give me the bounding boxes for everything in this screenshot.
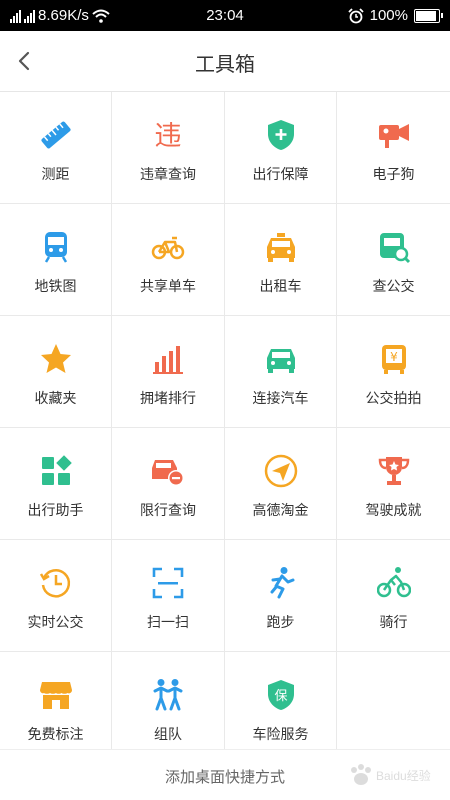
tool-item-apps[interactable]: 出行助手 — [0, 428, 112, 540]
tool-item-insurance[interactable]: 保车险服务 — [225, 652, 337, 764]
battery-percent: 100% — [369, 7, 408, 24]
tool-item-runner[interactable]: 跑步 — [225, 540, 337, 652]
car-icon — [264, 342, 298, 376]
tool-item-bus-yen[interactable]: ¥ 公交拍拍 — [337, 316, 450, 428]
status-bar: 8.69K/s 23:04 100% — [0, 0, 450, 31]
tool-item-cyclist[interactable]: 骑行 — [337, 540, 450, 652]
tool-item-paper-plane[interactable]: 高德淘金 — [225, 428, 337, 540]
paper-plane-icon — [264, 454, 298, 488]
svg-text:Baidu经验: Baidu经验 — [376, 768, 431, 783]
tool-label: 拥堵排行 — [140, 390, 196, 406]
tool-label: 电子狗 — [372, 166, 415, 182]
tool-label: 跑步 — [266, 614, 295, 630]
tool-label: 车险服务 — [252, 726, 309, 742]
apps-icon — [39, 454, 73, 488]
shop-icon — [39, 678, 73, 712]
ruler-icon — [39, 118, 73, 152]
tool-label: 免费标注 — [27, 726, 84, 742]
subway-icon — [39, 230, 73, 264]
trophy-icon — [377, 454, 411, 488]
tool-label: 公交拍拍 — [365, 390, 422, 406]
baidu-watermark-logo: Baidu经验 — [351, 764, 431, 785]
tool-label: 共享单车 — [140, 278, 196, 294]
insurance-icon: 保 — [264, 678, 298, 712]
alarm-icon — [347, 7, 364, 23]
clock-icon — [39, 566, 73, 600]
team-icon — [151, 678, 185, 712]
tool-label: 查公交 — [372, 278, 415, 294]
tool-item-empty — [337, 652, 450, 764]
runner-icon — [264, 566, 298, 600]
status-right: 100% — [347, 0, 443, 31]
tool-label: 驾驶成就 — [365, 502, 422, 518]
tool-label: 限行查询 — [140, 502, 196, 518]
tool-item-car-restrict[interactable]: 限行查询 — [112, 428, 225, 540]
bicycle-icon — [151, 230, 185, 264]
page-title: 工具箱 — [195, 54, 255, 76]
app-header: 工具箱 — [0, 31, 450, 92]
tool-grid: 测距 违违章查询 出行保障 电子狗 地铁图 共享单车 出租车 查公交收藏夹 拥堵排… — [0, 92, 450, 764]
tool-label: 实时公交 — [27, 614, 84, 630]
tool-item-team[interactable]: 组队 — [112, 652, 225, 764]
bus-yen-icon: ¥ — [377, 342, 411, 376]
tool-item-star[interactable]: 收藏夹 — [0, 316, 112, 428]
svg-text:违: 违 — [155, 121, 182, 152]
shield-plus-icon — [264, 118, 298, 152]
scan-icon — [151, 566, 185, 600]
tool-item-subway[interactable]: 地铁图 — [0, 204, 112, 316]
tool-label: 高德淘金 — [252, 502, 309, 518]
tool-label: 出租车 — [259, 278, 302, 294]
tool-item-shield-plus[interactable]: 出行保障 — [225, 92, 337, 204]
tool-item-car[interactable]: 连接汽车 — [225, 316, 337, 428]
tool-item-bicycle[interactable]: 共享单车 — [112, 204, 225, 316]
svg-text:保: 保 — [274, 689, 287, 704]
battery-icon — [414, 8, 443, 23]
tool-item-violation[interactable]: 违违章查询 — [112, 92, 225, 204]
tool-label: 扫一扫 — [147, 614, 189, 630]
tool-item-scan[interactable]: 扫一扫 — [112, 540, 225, 652]
tool-label: 测距 — [41, 166, 70, 182]
tool-item-shop[interactable]: 免费标注 — [0, 652, 112, 764]
tool-label: 出行保障 — [252, 166, 309, 182]
bar-chart-icon — [151, 342, 185, 376]
tool-label: 地铁图 — [34, 278, 77, 294]
svg-text:¥: ¥ — [390, 350, 398, 364]
tool-label: 组队 — [154, 726, 182, 742]
tool-item-bar-chart[interactable]: 拥堵排行 — [112, 316, 225, 428]
bus-search-icon — [377, 230, 411, 264]
tool-item-camera[interactable]: 电子狗 — [337, 92, 450, 204]
tool-item-ruler[interactable]: 测距 — [0, 92, 112, 204]
car-restrict-icon — [151, 454, 185, 488]
footer-bar: 添加桌面快捷方式 Baidu经验 — [0, 750, 450, 800]
star-icon — [39, 342, 73, 376]
tool-label: 连接汽车 — [252, 390, 309, 406]
tool-item-clock[interactable]: 实时公交 — [0, 540, 112, 652]
tool-item-taxi[interactable]: 出租车 — [225, 204, 337, 316]
tool-label: 收藏夹 — [34, 390, 77, 406]
cyclist-icon — [376, 566, 411, 600]
tool-item-bus-search[interactable]: 查公交 — [337, 204, 450, 316]
tool-label: 出行助手 — [27, 502, 84, 518]
tool-label: 骑行 — [379, 614, 408, 630]
tool-item-trophy[interactable]: 驾驶成就 — [337, 428, 450, 540]
taxi-icon — [264, 230, 298, 264]
violation-icon: 违 — [151, 118, 185, 152]
tool-label: 违章查询 — [140, 166, 196, 182]
camera-icon — [377, 118, 411, 152]
